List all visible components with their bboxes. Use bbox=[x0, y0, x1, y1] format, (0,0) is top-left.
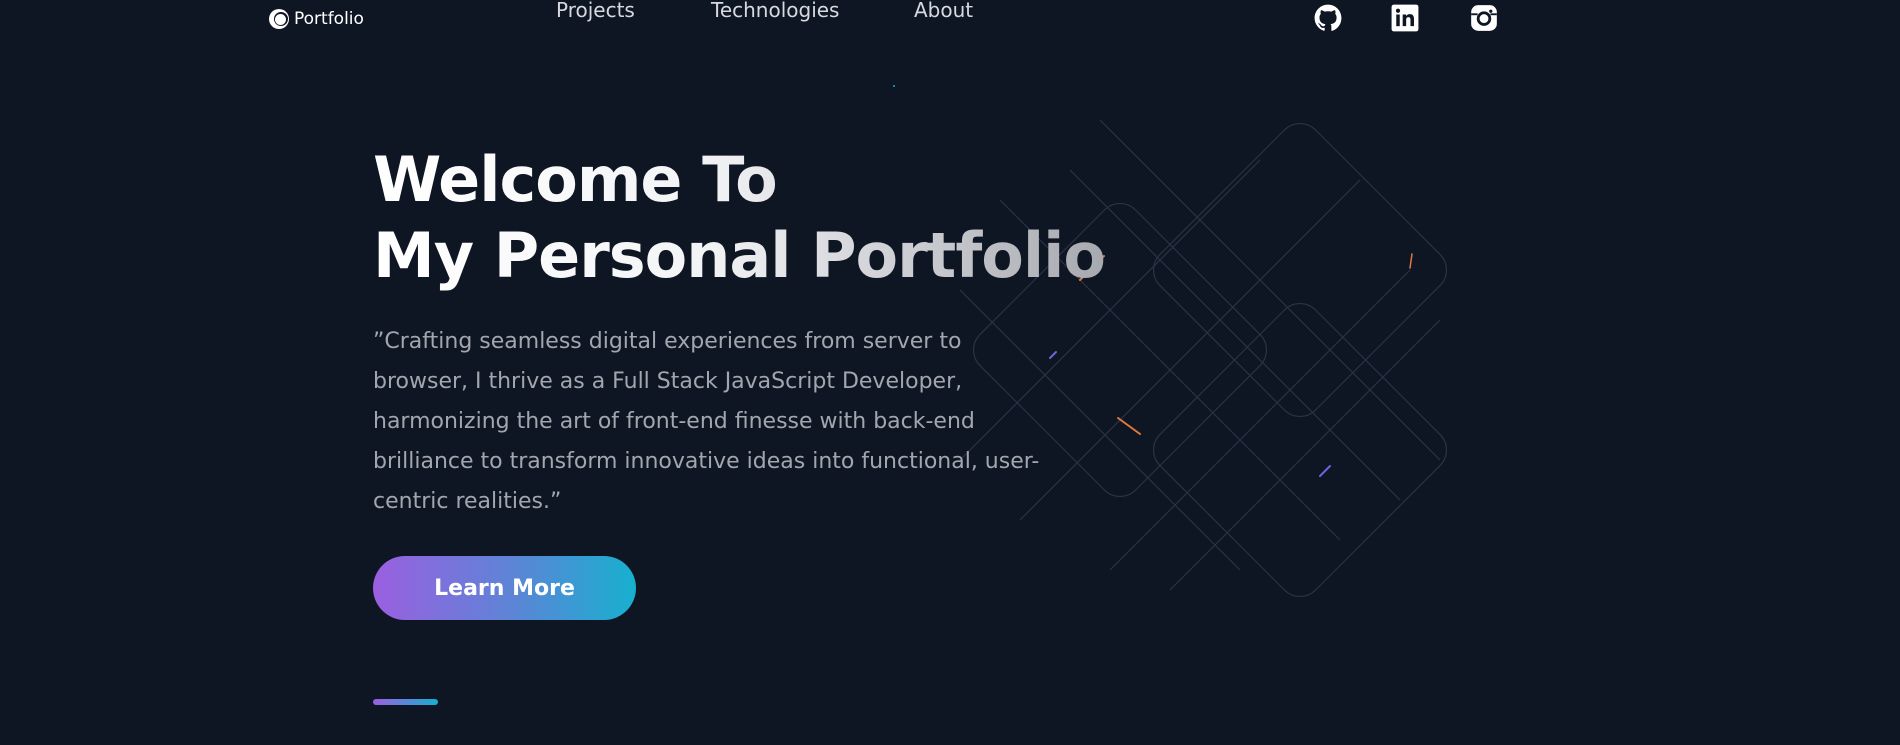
hero-title: Welcome To My Personal Portfolio bbox=[373, 142, 1105, 294]
hero-description: ”Crafting seamless digital experiences f… bbox=[373, 329, 1040, 514]
logo-text: Portfolio bbox=[294, 9, 364, 29]
nav-link-projects[interactable]: Projects bbox=[556, 0, 635, 22]
learn-more-button[interactable]: Learn More bbox=[373, 556, 636, 620]
page: Portfolio Projects Technologies About We… bbox=[0, 0, 1900, 745]
linkedin-icon bbox=[1391, 4, 1419, 32]
section-indicator-bar bbox=[373, 699, 438, 705]
teal-dot bbox=[893, 85, 895, 87]
instagram-link[interactable] bbox=[1470, 4, 1498, 32]
linkedin-link[interactable] bbox=[1391, 4, 1419, 32]
hero-title-line-1: Welcome To bbox=[373, 143, 777, 216]
logo-link[interactable]: Portfolio bbox=[268, 8, 364, 30]
github-icon bbox=[1314, 4, 1342, 31]
nav-link-technologies[interactable]: Technologies bbox=[711, 0, 839, 22]
nav-link-about[interactable]: About bbox=[914, 0, 973, 22]
hero-title-line-2: My Personal Portfolio bbox=[373, 219, 1105, 292]
instagram-icon bbox=[1471, 5, 1497, 31]
logo-icon bbox=[269, 9, 289, 29]
github-link[interactable] bbox=[1314, 4, 1342, 32]
